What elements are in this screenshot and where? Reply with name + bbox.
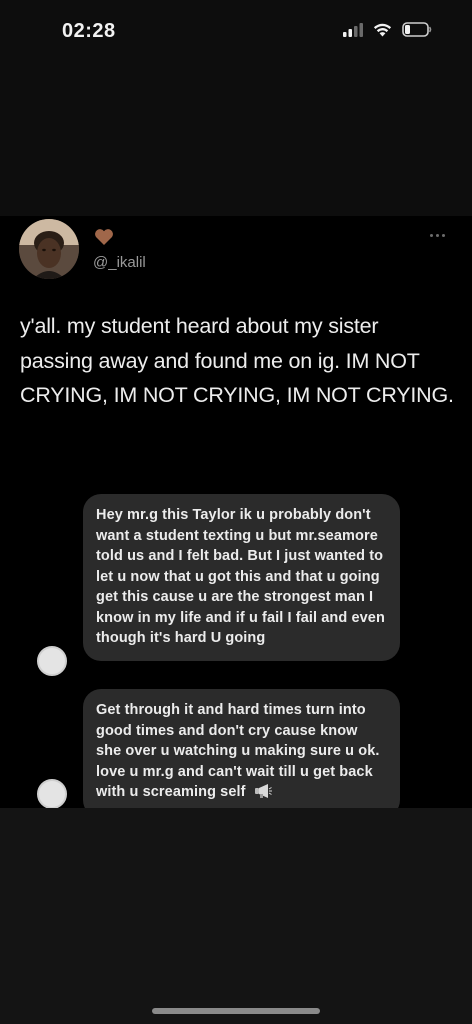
battery-icon (402, 22, 432, 42)
sender-avatar[interactable] (37, 779, 67, 809)
post-text: y'all. my student heard about my sister … (20, 314, 454, 407)
sender-avatar[interactable] (37, 646, 67, 676)
message-text: Hey mr.g this Taylor ik u probably don't… (96, 507, 385, 646)
avatar[interactable] (19, 219, 79, 279)
username[interactable]: @_ikalil (93, 254, 146, 271)
message-bubble: Get through it and hard times turn into … (83, 689, 400, 818)
message-bubble: Hey mr.g this Taylor ik u probably don't… (83, 494, 400, 661)
status-icons (343, 22, 432, 42)
status-bar: 02:28 (0, 0, 472, 64)
brown-heart-icon (94, 228, 114, 251)
wifi-icon (373, 23, 392, 42)
post-card: @_ikalil y'all. my student heard about m… (0, 216, 472, 818)
signal-icon (343, 22, 363, 42)
bottom-area (0, 808, 472, 1024)
home-indicator[interactable] (152, 1008, 320, 1014)
message-text: Get through it and hard times turn into … (96, 702, 380, 800)
megaphone-icon (254, 783, 272, 806)
more-icon[interactable] (430, 230, 450, 240)
status-time: 02:28 (62, 20, 116, 42)
